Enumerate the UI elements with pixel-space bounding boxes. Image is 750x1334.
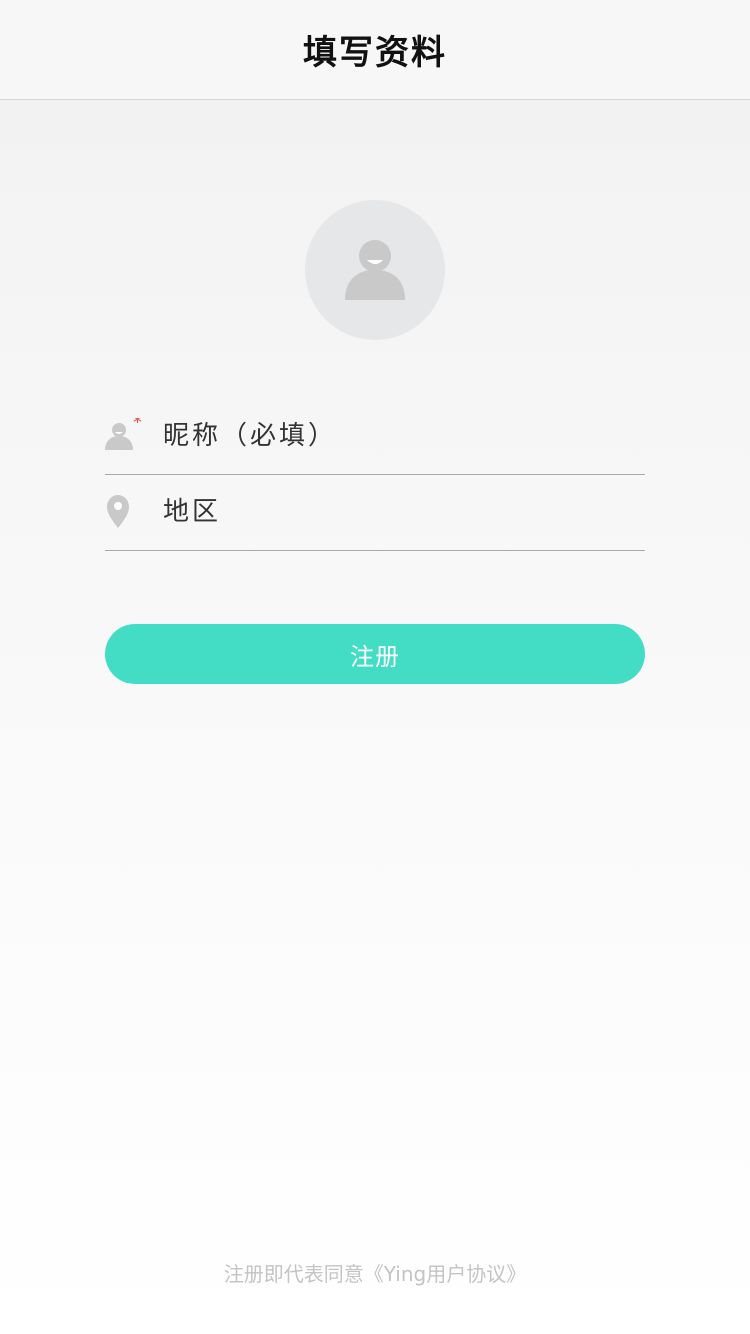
nickname-input[interactable] (163, 412, 633, 460)
agreement-prefix: 注册即代表同意 (223, 1262, 364, 1286)
nickname-field: * (105, 398, 645, 475)
user-agreement-link[interactable]: 《Ying用户协议》 (364, 1262, 526, 1286)
nav-bar: 填写资料 (0, 0, 750, 100)
register-button[interactable]: 注册 (105, 624, 645, 684)
region-input[interactable] (163, 488, 633, 536)
location-pin-icon (107, 495, 129, 528)
agreement-text: 注册即代表同意《Ying用户协议》 (0, 1258, 750, 1287)
avatar-upload[interactable] (305, 200, 445, 340)
page-title: 填写资料 (303, 33, 447, 73)
user-avatar-icon (345, 240, 405, 300)
user-icon: * (105, 418, 142, 450)
required-mark: * (133, 418, 142, 433)
region-field (105, 474, 645, 551)
